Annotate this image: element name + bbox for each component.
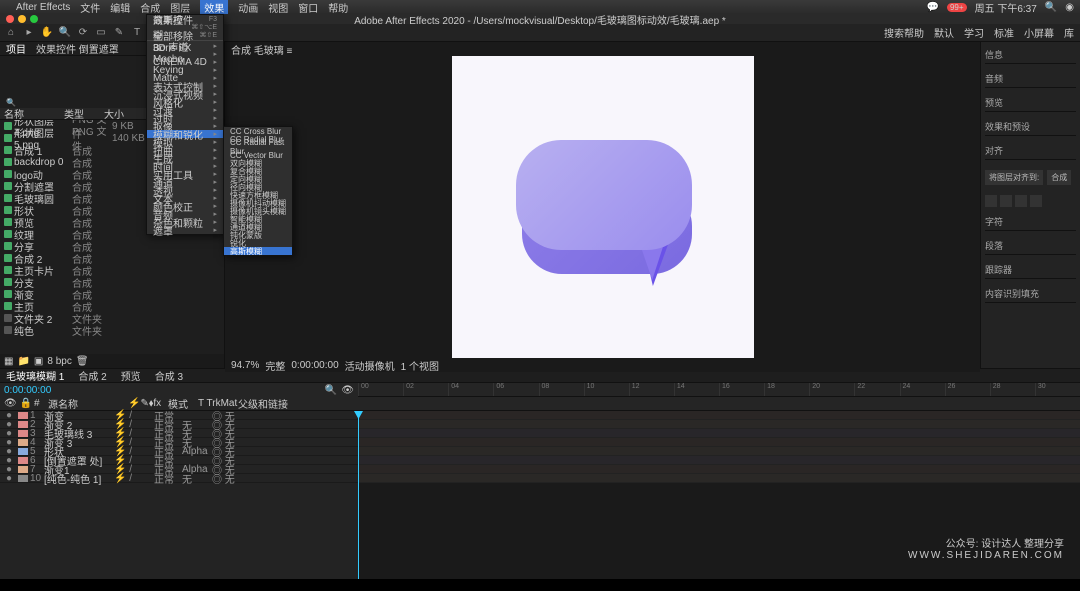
- layer-list[interactable]: ●1渐变⚡ /正常◎ 无●2渐变 2⚡ /正常无◎ 无●3毛玻璃线 3⚡ /正常…: [0, 411, 358, 581]
- tl-tab-1[interactable]: 合成 2: [78, 368, 106, 383]
- layer-row[interactable]: ●10[纯色-纯色 1]⚡ /正常无◎ 无: [0, 474, 358, 483]
- blur-submenu[interactable]: CC Cross BlurCC Radial BlurCC Radial Fas…: [223, 126, 293, 256]
- tab-effectcontrols[interactable]: 效果控件 倒置遮罩: [36, 41, 119, 56]
- bottom-strip: [0, 579, 1080, 591]
- close-icon[interactable]: [6, 15, 14, 23]
- rotate-tool-icon[interactable]: ⟳: [76, 26, 90, 40]
- tab-project[interactable]: 项目: [6, 41, 26, 56]
- tl-tab-2[interactable]: 预览: [121, 368, 141, 383]
- newfolder-icon[interactable]: 📁: [17, 356, 29, 367]
- panel-info[interactable]: 信息: [985, 46, 1076, 64]
- project-footer: ▦ 📁 ▣ 8 bpc 🗑: [0, 354, 224, 368]
- text-tool-icon[interactable]: T: [130, 26, 144, 40]
- align-target[interactable]: 合成: [1047, 170, 1071, 185]
- composition-canvas[interactable]: [452, 56, 754, 358]
- canvas-area[interactable]: [225, 56, 980, 358]
- ws-standard[interactable]: 标准: [994, 25, 1014, 40]
- watermark-sub: WWW.SHEJIDAREN.COM: [908, 550, 1064, 561]
- interpret-icon[interactable]: ▦: [4, 356, 13, 367]
- camera-select[interactable]: 活动摄像机: [345, 358, 395, 373]
- menu-window[interactable]: 窗口: [298, 0, 318, 15]
- document-title: Adobe After Effects 2020 - /Users/mockvi…: [354, 12, 726, 27]
- minimize-icon[interactable]: [18, 15, 26, 23]
- align-label: 将图层对齐到:: [985, 170, 1043, 185]
- view-count[interactable]: 1 个视图: [401, 358, 439, 373]
- ws-lib[interactable]: 库: [1064, 25, 1074, 40]
- right-panels: 信息 音频 预览 效果和预设 对齐 将图层对齐到: 合成 字符 段落 跟踪器 内…: [980, 42, 1080, 368]
- time-ruler[interactable]: 00020406081012141618202224262830: [358, 383, 1080, 397]
- align-center-icon[interactable]: [1000, 195, 1012, 207]
- panel-effects[interactable]: 效果和预设: [985, 118, 1076, 136]
- panel-contentfill[interactable]: 内容识别填充: [985, 285, 1076, 303]
- menu-effect[interactable]: 效果: [200, 0, 228, 15]
- tl-tab-0[interactable]: 毛玻璃模糊 1: [6, 368, 64, 383]
- selection-tool-icon[interactable]: ▸: [22, 26, 36, 40]
- clock[interactable]: 周五 下午6:37: [975, 0, 1037, 15]
- panel-align[interactable]: 对齐: [985, 142, 1076, 160]
- wechat-icon[interactable]: 💬: [927, 2, 939, 13]
- panel-tracker[interactable]: 跟踪器: [985, 261, 1076, 279]
- watermark: 公众号: 设计达人 整理分享 WWW.SHEJIDAREN.COM: [908, 535, 1064, 561]
- app-name[interactable]: After Effects: [16, 2, 70, 13]
- pen-tool-icon[interactable]: ✎: [112, 26, 126, 40]
- col-size[interactable]: 大小: [104, 106, 144, 121]
- menu-item[interactable]: 遮罩▸: [147, 226, 223, 234]
- bubble-main-shape: [516, 140, 692, 250]
- newcomp-icon[interactable]: ▣: [34, 356, 43, 367]
- trash-icon[interactable]: 🗑: [76, 356, 89, 367]
- viewer-tab[interactable]: 合成 毛玻璃 ≡: [231, 42, 292, 57]
- hand-tool-icon[interactable]: ✋: [40, 26, 54, 40]
- panel-preview[interactable]: 预览: [985, 94, 1076, 112]
- menu-help[interactable]: 帮助: [328, 0, 348, 15]
- align-right-icon[interactable]: [1015, 195, 1027, 207]
- menu-view[interactable]: 视图: [268, 0, 288, 15]
- watermark-main: 公众号: 设计达人 整理分享: [908, 535, 1064, 550]
- maximize-icon[interactable]: [30, 15, 38, 23]
- current-time[interactable]: 0:00:00:00: [291, 360, 338, 371]
- home-icon[interactable]: ⌂: [4, 26, 18, 40]
- search-icon[interactable]: 🔍: [1045, 2, 1057, 13]
- ws-learn[interactable]: 学习: [964, 25, 984, 40]
- ws-default[interactable]: 默认: [934, 25, 954, 40]
- bpc-icon[interactable]: 8 bpc: [47, 356, 71, 367]
- ws-small[interactable]: 小屏幕: [1024, 25, 1054, 40]
- panel-audio[interactable]: 音频: [985, 70, 1076, 88]
- submenu-item[interactable]: 高斯模糊: [224, 247, 292, 255]
- playhead[interactable]: [358, 411, 359, 581]
- panel-char[interactable]: 字符: [985, 213, 1076, 231]
- timeline-timecode[interactable]: 0:00:00:00: [4, 385, 51, 396]
- menu-anim[interactable]: 动画: [238, 0, 258, 15]
- shape-tool-icon[interactable]: ▭: [94, 26, 108, 40]
- align-left-icon[interactable]: [985, 195, 997, 207]
- menu-edit[interactable]: 编辑: [110, 0, 130, 15]
- resolution[interactable]: 完整: [265, 358, 285, 373]
- tl-search-icon[interactable]: 🔍: [325, 385, 337, 396]
- search-help[interactable]: 搜索帮助: [884, 25, 924, 40]
- tl-shy-icon[interactable]: 👁: [341, 385, 354, 396]
- align-top-icon[interactable]: [1030, 195, 1042, 207]
- zoom-level[interactable]: 94.7%: [231, 360, 259, 371]
- composition-viewer: 合成 毛玻璃 ≡ 94.7% 完整 0:00:00:00 活动摄像机 1 个视图: [225, 42, 980, 368]
- traffic-lights[interactable]: [6, 15, 38, 23]
- siri-icon[interactable]: ◉: [1065, 2, 1074, 13]
- notif-badge[interactable]: 99+: [947, 3, 967, 12]
- viewer-footer: 94.7% 完整 0:00:00:00 活动摄像机 1 个视图: [225, 358, 980, 372]
- col-parent[interactable]: 父级和链接: [238, 396, 288, 411]
- effect-menu-dropdown[interactable]: 效果控件F3高斯模糊⌘⇧⌥E全部移除⌘⇧E3D 声道▸Boris FX Moch…: [146, 14, 224, 235]
- panel-para[interactable]: 段落: [985, 237, 1076, 255]
- col-name[interactable]: 名称: [4, 106, 64, 121]
- project-item[interactable]: 纯色文件夹: [0, 324, 224, 336]
- tl-tab-3[interactable]: 合成 3: [155, 368, 183, 383]
- zoom-tool-icon[interactable]: 🔍: [58, 26, 72, 40]
- col-type[interactable]: 类型: [64, 106, 104, 121]
- menu-file[interactable]: 文件: [80, 0, 100, 15]
